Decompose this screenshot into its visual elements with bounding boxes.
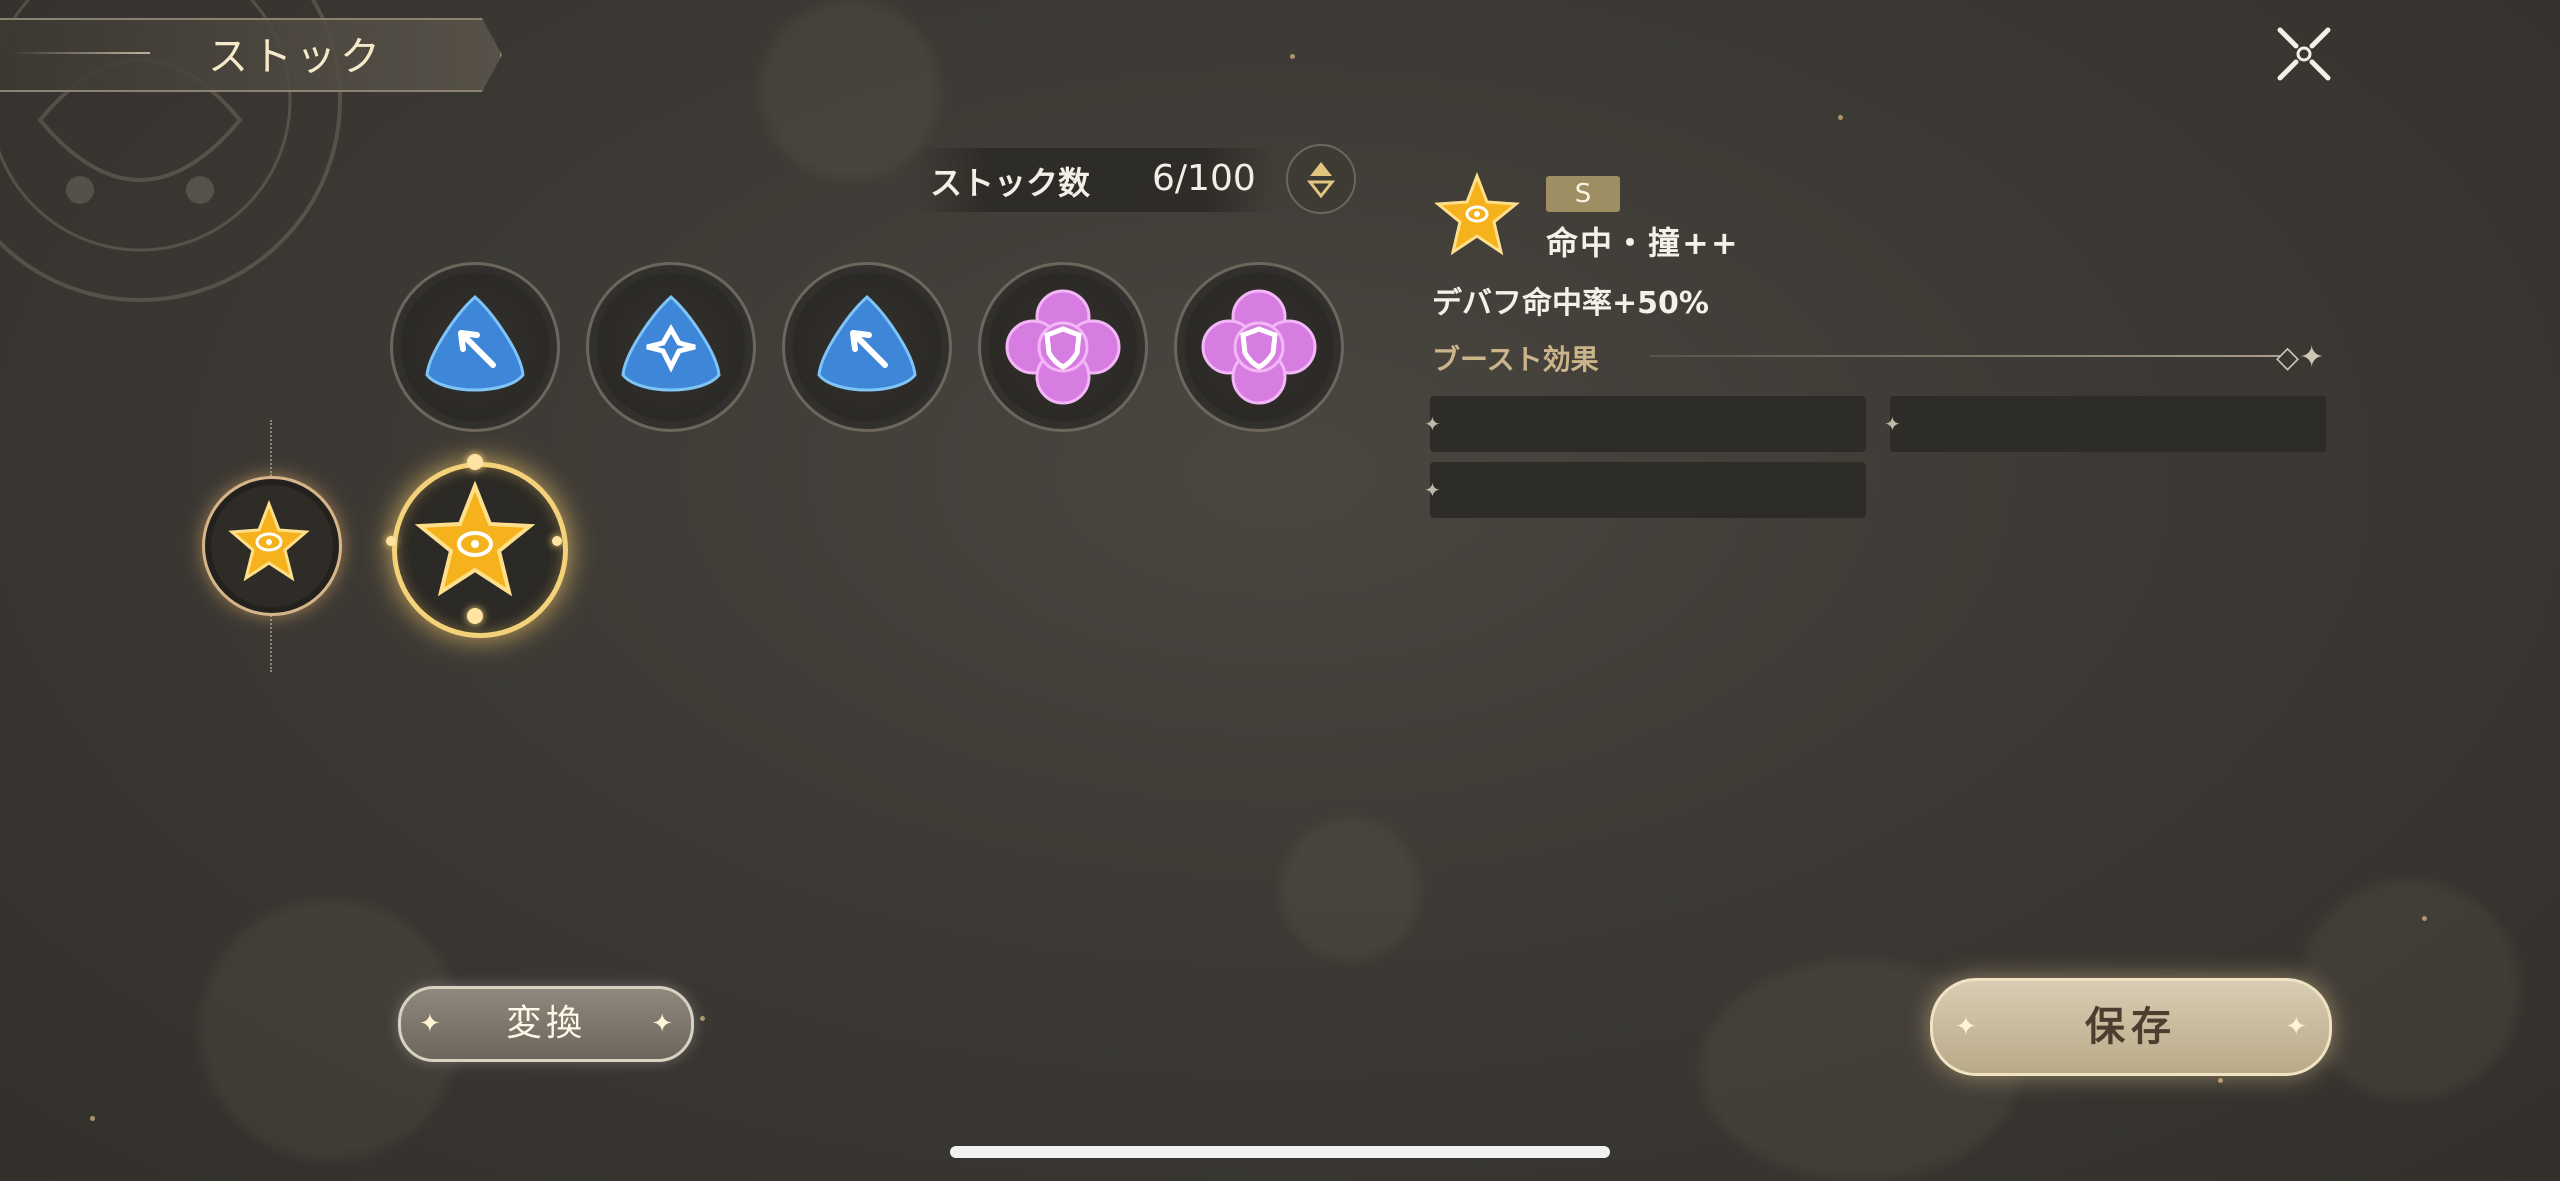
boost-effect-slot bbox=[1890, 396, 2326, 452]
equipped-slot[interactable] bbox=[202, 476, 342, 616]
sparkle bbox=[90, 1116, 95, 1121]
connector-line bbox=[270, 420, 272, 476]
close-button[interactable] bbox=[2272, 22, 2336, 86]
boost-effect-slot bbox=[1430, 462, 1866, 518]
sort-arrows-icon bbox=[1306, 162, 1336, 199]
ring-dot bbox=[467, 608, 483, 624]
sort-button[interactable] bbox=[1286, 144, 1356, 214]
sparkle bbox=[1290, 54, 1295, 59]
boost-divider bbox=[1650, 355, 2280, 357]
ring-dot bbox=[552, 536, 562, 546]
sparkle-icon: ✦ bbox=[1424, 478, 1441, 502]
convert-button[interactable]: ✦ 変換 ✦ bbox=[398, 986, 694, 1062]
sparkle bbox=[1838, 115, 1843, 120]
sparkle bbox=[2218, 1078, 2223, 1083]
pink-flower-gem-icon bbox=[1005, 289, 1121, 405]
ring-dot bbox=[467, 454, 483, 470]
save-button-label: 保存 bbox=[2085, 1004, 2177, 1050]
stock-count-label: ストック数 bbox=[930, 164, 1091, 202]
stock-slot[interactable] bbox=[390, 262, 560, 432]
ring-dot bbox=[386, 536, 396, 546]
stock-slot[interactable] bbox=[586, 262, 756, 432]
boost-effect-slot bbox=[1430, 396, 1866, 452]
sparkle bbox=[700, 1016, 705, 1021]
gem-name: 命中・撞++ bbox=[1546, 224, 1740, 262]
close-icon bbox=[2277, 27, 2331, 81]
blue-triangle-gem-icon bbox=[817, 294, 917, 392]
sparkle-icon: ✦ bbox=[651, 1009, 673, 1039]
blue-triangle-gem-icon bbox=[425, 294, 525, 392]
convert-button-label: 変換 bbox=[505, 1003, 586, 1044]
gold-star-gem-icon bbox=[228, 499, 310, 582]
gem-effect: デバフ命中率+50% bbox=[1432, 286, 1709, 321]
sparkle-icon: ✦ bbox=[1424, 412, 1441, 436]
sparkle-icon: ✦ bbox=[1884, 412, 1901, 436]
stock-slot[interactable] bbox=[1174, 262, 1344, 432]
boost-effect-heading: ブースト効果 bbox=[1432, 343, 1599, 376]
sparkle-icon: ✦ bbox=[2285, 1012, 2307, 1042]
stock-slot[interactable] bbox=[782, 262, 952, 432]
diamond-ornament-icon: ◇✦ bbox=[2276, 340, 2325, 375]
pink-flower-gem-icon bbox=[1201, 289, 1317, 405]
home-indicator[interactable] bbox=[950, 1146, 1610, 1158]
save-button[interactable]: ✦ 保存 ✦ bbox=[1930, 978, 2332, 1076]
stock-count-value: 6/100 bbox=[1152, 158, 1256, 199]
blue-triangle-gem-icon bbox=[621, 294, 721, 392]
sparkle bbox=[2422, 916, 2427, 921]
bokeh-light bbox=[1280, 820, 1420, 960]
rank-badge: S bbox=[1546, 176, 1620, 212]
gold-star-gem-icon bbox=[1434, 171, 1520, 256]
page-title: ストック bbox=[208, 34, 384, 80]
gold-star-gem-icon bbox=[414, 480, 536, 597]
title-ornament-line bbox=[10, 52, 150, 54]
bokeh-light bbox=[760, 0, 940, 180]
stock-slot[interactable] bbox=[978, 262, 1148, 432]
bokeh-light bbox=[2300, 880, 2520, 1100]
connector-line bbox=[270, 612, 272, 672]
